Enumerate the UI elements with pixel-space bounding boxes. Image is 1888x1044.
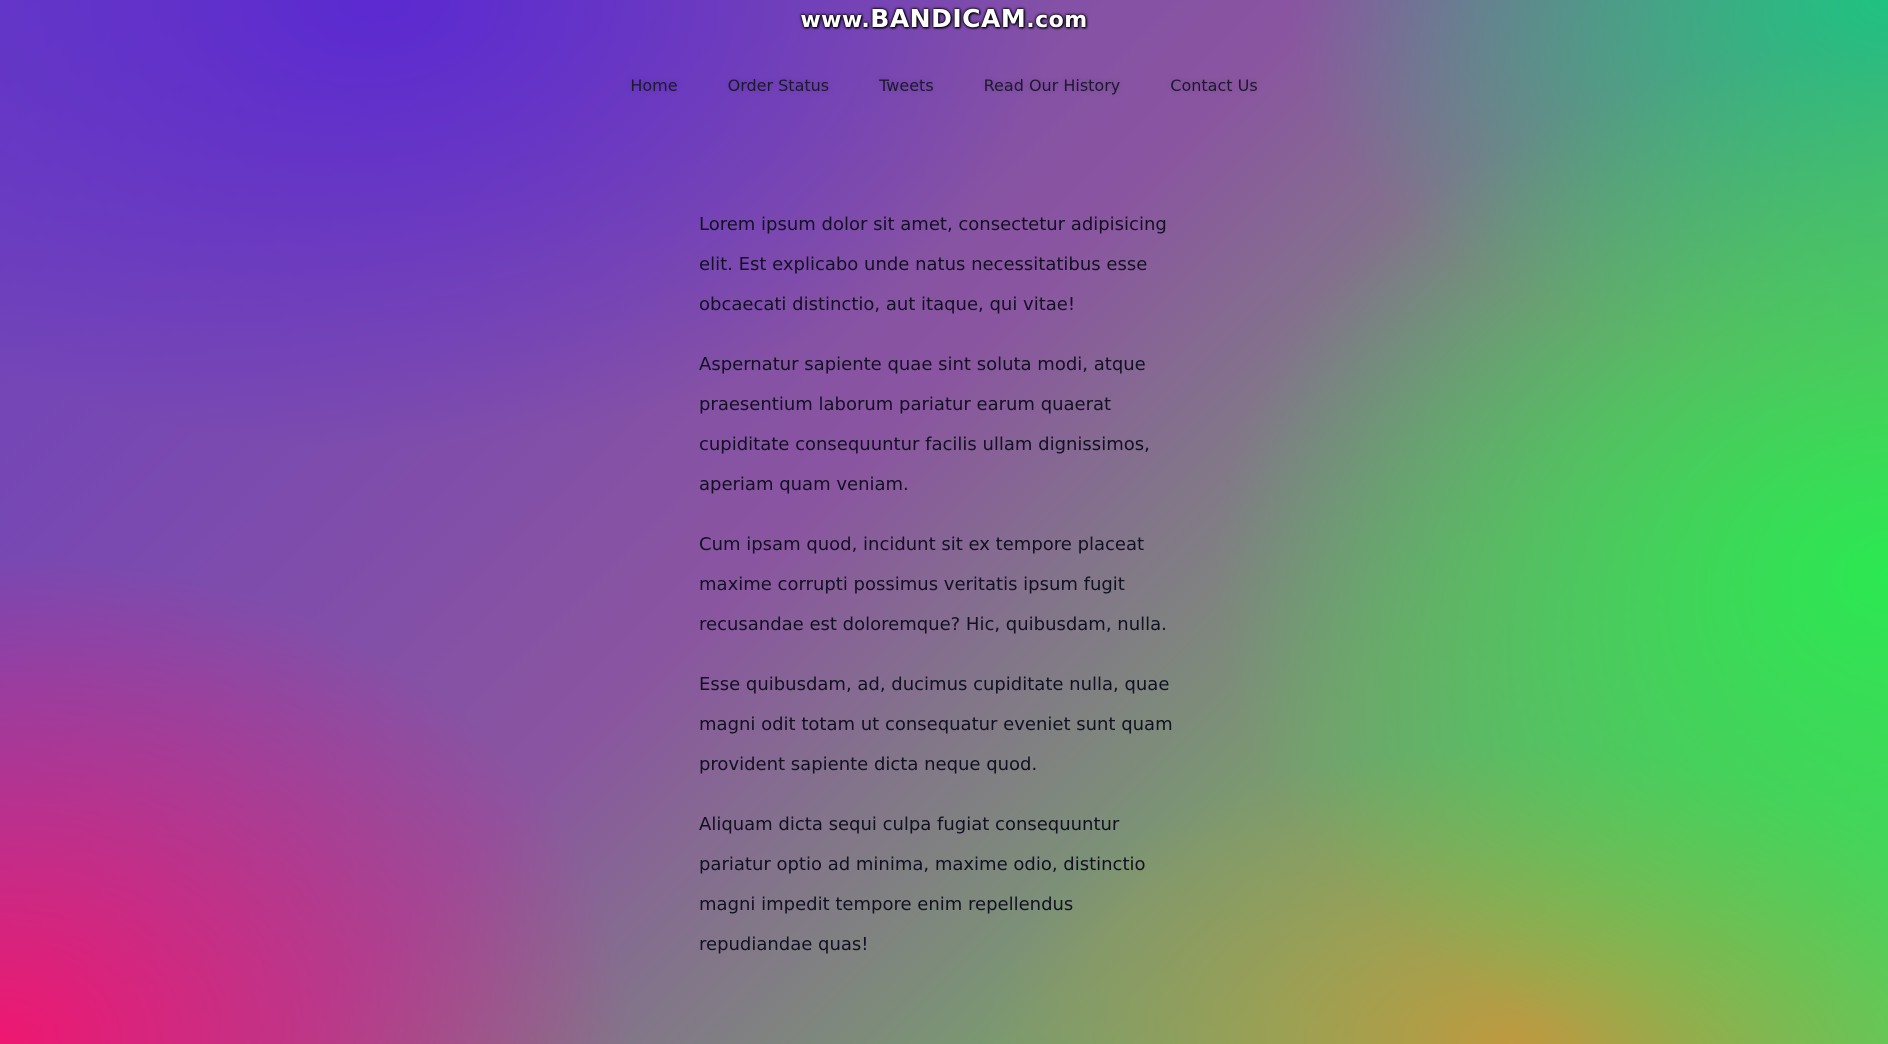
watermark-suffix: .com <box>1026 8 1088 33</box>
content-area: Lorem ipsum dolor sit amet, consectetur … <box>699 205 1187 985</box>
paragraph-3: Cum ipsam quod, incidunt sit ex tempore … <box>699 534 1167 635</box>
nav-item-home[interactable]: Home <box>630 76 677 95</box>
nav-item-tweets[interactable]: Tweets <box>879 76 934 95</box>
nav-item-contact-us[interactable]: Contact Us <box>1170 76 1257 95</box>
bandicam-watermark: www.BANDICAM.com <box>0 4 1888 33</box>
paragraph-1: Lorem ipsum dolor sit amet, consectetur … <box>699 214 1167 315</box>
paragraph-2: Aspernatur sapiente quae sint soluta mod… <box>699 354 1150 495</box>
nav-item-order-status[interactable]: Order Status <box>728 76 830 95</box>
paragraph-4: Esse quibusdam, ad, ducimus cupiditate n… <box>699 674 1173 775</box>
main-nav: Home Order Status Tweets Read Our Histor… <box>0 76 1888 95</box>
nav-item-read-our-history[interactable]: Read Our History <box>984 76 1121 95</box>
watermark-prefix: www. <box>800 8 871 33</box>
watermark-brand: BANDICAM <box>870 4 1027 33</box>
paragraph-5: Aliquam dicta sequi culpa fugiat consequ… <box>699 814 1146 955</box>
